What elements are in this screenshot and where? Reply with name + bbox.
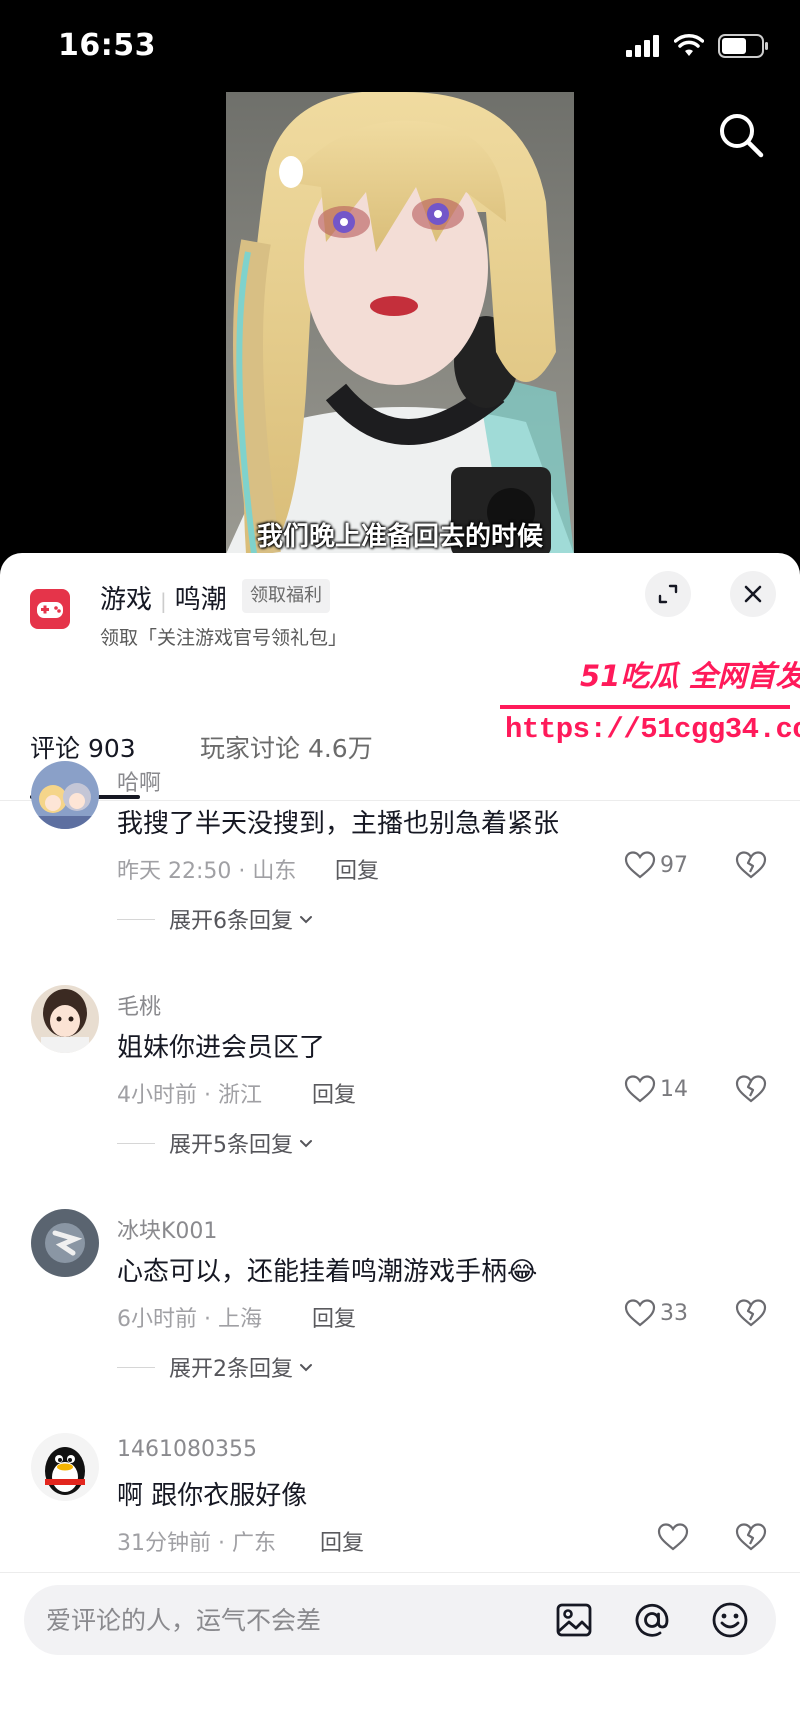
expand-replies[interactable]: 展开2条回复 — [117, 1351, 315, 1383]
comment-meta: 31分钟前 · 广东 — [117, 1531, 276, 1556]
comment-sheet: 游戏 | 鸣潮 领取福利 领取「关注游戏官号领礼包」 51吃瓜 全网首发 https… — [0, 553, 800, 1731]
expand-replies[interactable]: 展开6条回复 — [117, 903, 315, 935]
tab-player-discussion[interactable]: 玩家讨论 4.6万 — [200, 729, 373, 765]
image-button[interactable] — [554, 1600, 594, 1640]
video-player[interactable]: 我们晚上准备回去的时候 — [226, 92, 574, 554]
tab-comments[interactable]: 评论 903 — [30, 729, 136, 765]
dislike-button[interactable] — [735, 1073, 767, 1105]
emoji-button[interactable] — [710, 1600, 750, 1640]
close-icon — [744, 585, 762, 603]
wifi-icon — [674, 34, 704, 56]
chevron-down-icon — [300, 1364, 312, 1372]
at-icon — [635, 1603, 669, 1637]
emoji-icon — [712, 1602, 748, 1638]
search-icon — [720, 114, 764, 158]
game-name: 鸣潮 — [174, 585, 227, 615]
battery-icon — [718, 34, 768, 58]
dislike-button[interactable] — [735, 1297, 767, 1329]
status-bar: 16:53 — [0, 0, 800, 90]
chevron-down-icon — [300, 916, 312, 924]
welfare-tag[interactable]: 领取福利 — [242, 579, 330, 613]
gamepad-icon — [30, 589, 70, 629]
like-count: 33 — [660, 1300, 688, 1326]
game-card[interactable]: 游戏 | 鸣潮 领取福利 领取「关注游戏官号领礼包」 — [0, 553, 800, 663]
comment-meta: 6小时前 · 上海 — [117, 1307, 262, 1332]
broken-heart-icon — [735, 1075, 767, 1103]
game-title[interactable]: 游戏 | 鸣潮 — [100, 579, 227, 616]
comment-input[interactable] — [46, 1599, 526, 1641]
reply-button[interactable]: 回复 — [312, 1301, 356, 1333]
image-icon — [556, 1603, 592, 1637]
chevron-down-icon — [300, 1140, 312, 1148]
mention-button[interactable] — [632, 1600, 672, 1640]
reply-button[interactable]: 回复 — [320, 1525, 364, 1557]
reply-button[interactable]: 回复 — [312, 1077, 356, 1109]
avatar[interactable] — [31, 985, 99, 1053]
video-subtitle: 我们晚上准备回去的时候 — [256, 522, 543, 552]
reply-button[interactable]: 回复 — [335, 853, 379, 885]
close-button[interactable] — [730, 571, 776, 617]
game-category: 游戏 — [100, 585, 153, 615]
comment-meta: 4小时前 · 浙江 — [117, 1083, 262, 1108]
comment-username[interactable]: 哈啊 — [117, 765, 161, 797]
comment-username[interactable]: 冰块K001 — [117, 1213, 217, 1245]
comment-input-bar — [0, 1572, 800, 1731]
broken-heart-icon — [735, 1299, 767, 1327]
comment-username[interactable]: 毛桃 — [117, 989, 161, 1021]
heart-icon — [624, 851, 656, 879]
like-button[interactable]: 14 — [624, 1071, 688, 1107]
expand-divider — [117, 1366, 155, 1368]
expand-divider — [117, 918, 155, 920]
laughing-crying-emoji: 😂 — [507, 1257, 538, 1287]
heart-icon — [657, 1523, 689, 1551]
expand-replies-label: 展开6条回复 — [169, 909, 293, 934]
heart-icon — [624, 1299, 656, 1327]
app-root: 16:53 我们晚上准备回去的时候 游戏 | 鸣潮 领取福利 领取「关注游戏官号… — [0, 0, 800, 1731]
status-icons — [626, 34, 770, 58]
expand-divider — [117, 1142, 155, 1144]
avatar[interactable] — [31, 1433, 99, 1501]
status-time: 16:53 — [58, 28, 156, 63]
signal-icon — [626, 35, 659, 57]
broken-heart-icon — [735, 851, 767, 879]
like-button[interactable]: 97 — [624, 847, 688, 883]
heart-icon — [624, 1075, 656, 1103]
comment-text-body: 心态可以，还能挂着鸣潮游戏手柄 — [117, 1257, 508, 1287]
expand-replies-label: 展开5条回复 — [169, 1133, 293, 1158]
avatar[interactable] — [31, 1209, 99, 1277]
avatar[interactable] — [31, 761, 99, 829]
search-button[interactable] — [716, 110, 766, 160]
watermark-title: 51吃瓜 全网首发 — [580, 659, 800, 693]
like-button[interactable]: 33 — [624, 1295, 688, 1331]
comment-text: 啊 跟你衣服好像 — [117, 1481, 308, 1511]
dislike-button[interactable] — [735, 1521, 767, 1553]
expand-icon — [658, 584, 678, 604]
comment-username[interactable]: 1461080355 — [117, 1437, 257, 1462]
game-subtitle[interactable]: 领取「关注游戏官号领礼包」 — [100, 623, 347, 650]
dislike-button[interactable] — [735, 849, 767, 881]
expand-button[interactable] — [645, 571, 691, 617]
broken-heart-icon — [735, 1523, 767, 1551]
comment-meta: 昨天 22:50 · 山东 — [117, 859, 297, 884]
title-divider: | — [160, 589, 167, 613]
comment-text: 心态可以，还能挂着鸣潮游戏手柄😂 — [117, 1251, 537, 1288]
expand-replies-label: 展开2条回复 — [169, 1357, 293, 1382]
like-button[interactable] — [657, 1519, 689, 1555]
like-count: 14 — [660, 1076, 688, 1102]
expand-replies[interactable]: 展开5条回复 — [117, 1127, 315, 1159]
comment-text: 我搜了半天没搜到，主播也别急着紧张 — [117, 809, 560, 839]
like-count: 97 — [660, 852, 688, 878]
comment-input-container[interactable] — [24, 1585, 776, 1655]
video-frame-image — [226, 92, 574, 554]
comment-text: 姐妹你进会员区了 — [117, 1033, 326, 1063]
